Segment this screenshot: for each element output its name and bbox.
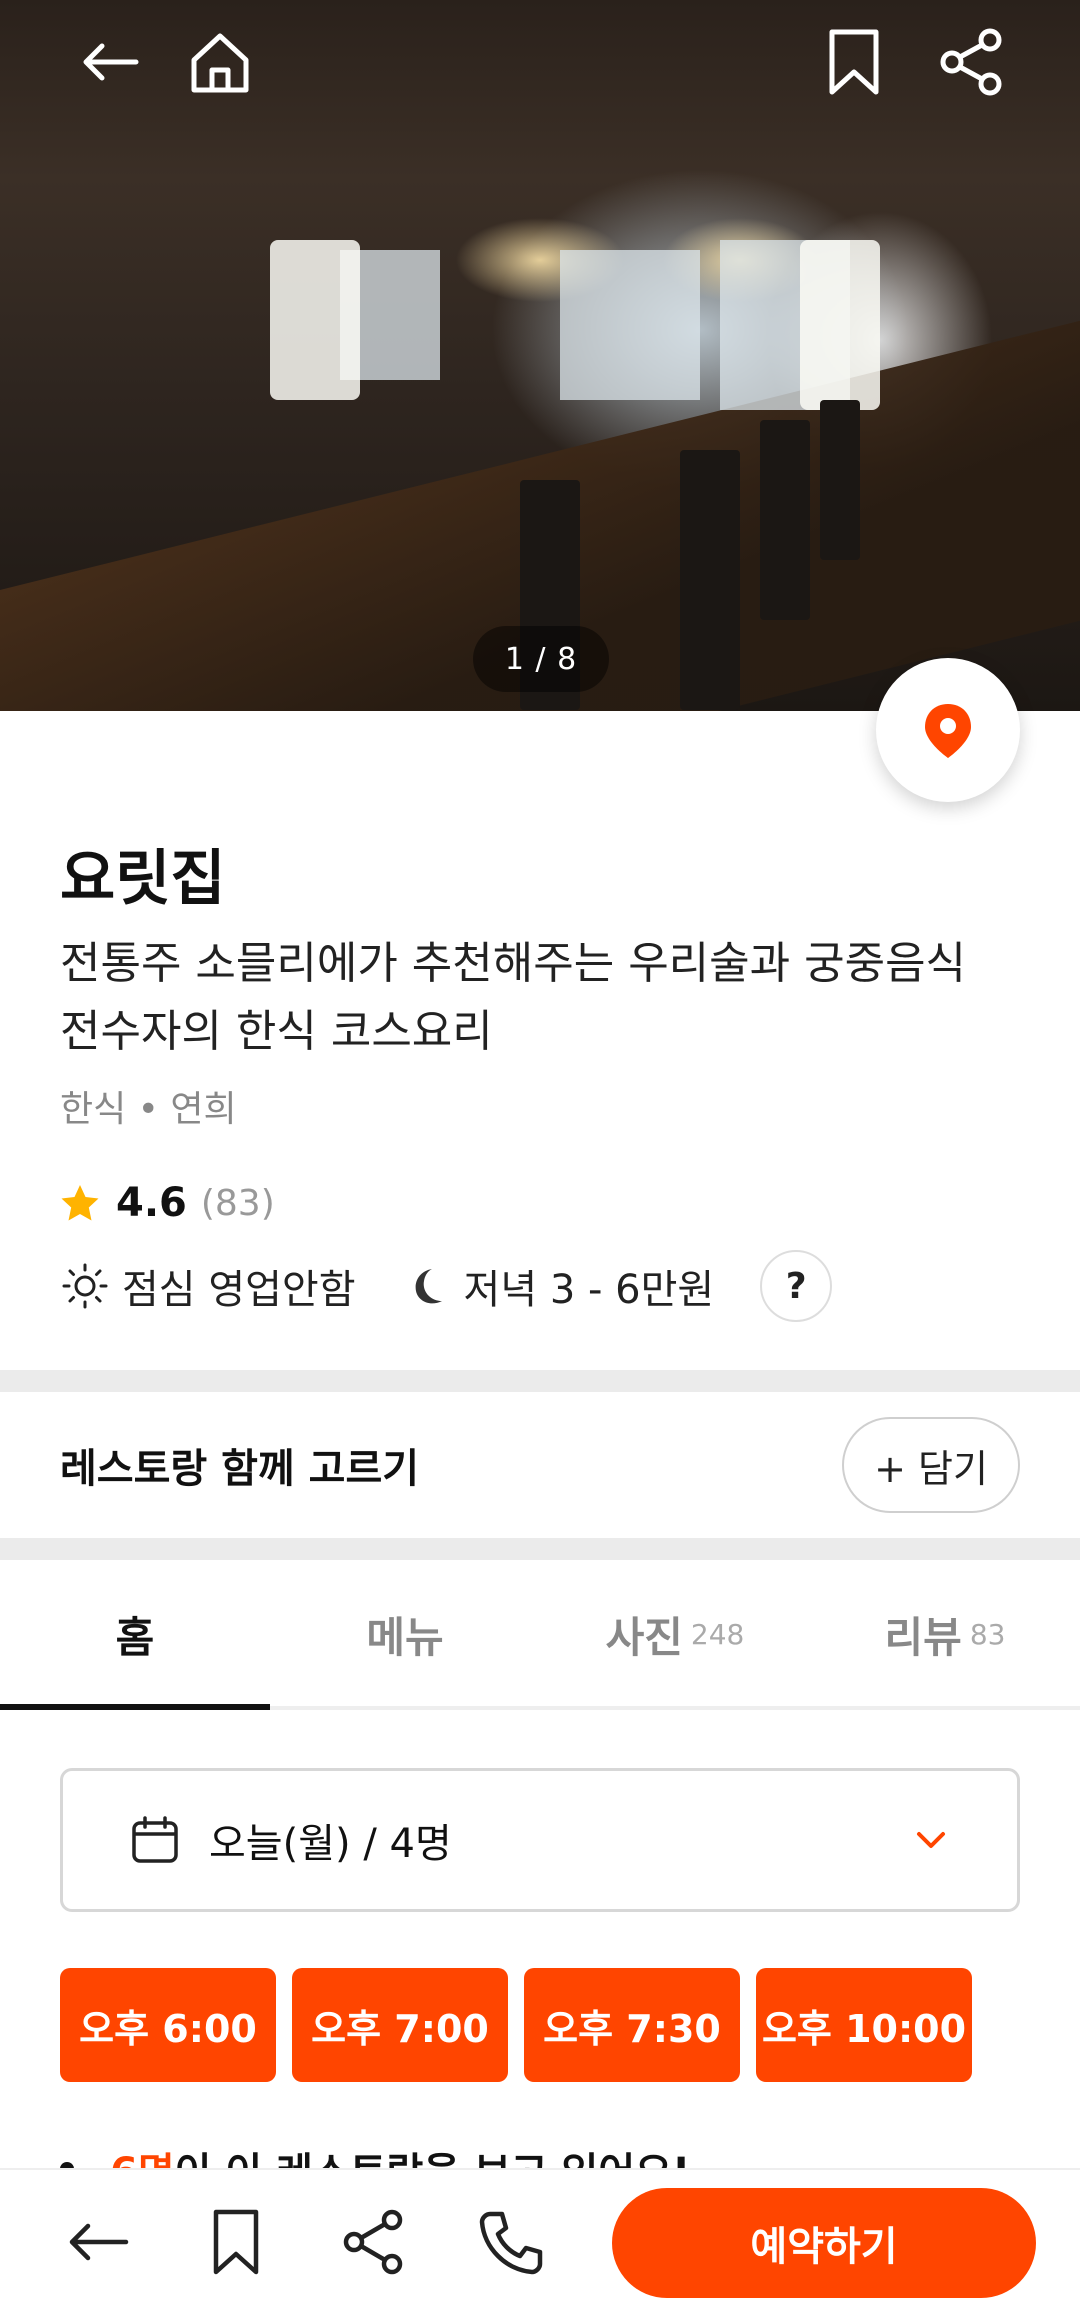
tab-label: 사진 <box>605 1612 683 1662</box>
restaurant-category: 한식 • 연희 <box>60 1089 237 1130</box>
tab-photos[interactable]: 사진 248 <box>540 1562 810 1706</box>
photo-chair <box>760 420 810 620</box>
tab-label: 메뉴 <box>366 1612 444 1662</box>
bottom-share-button[interactable] <box>326 2194 422 2290</box>
rating[interactable]: 4.6 (83) <box>60 1180 275 1226</box>
bottom-back-button[interactable] <box>50 2194 146 2290</box>
call-button[interactable] <box>464 2194 560 2290</box>
photo-window <box>560 250 700 400</box>
home-icon <box>191 33 249 93</box>
tab-label: 리뷰 <box>884 1612 962 1662</box>
time-slot-button[interactable]: 오후 7:00 <box>292 1968 508 2082</box>
star-icon <box>61 1185 99 1221</box>
add-to-compare-button[interactable]: + 담기 <box>842 1417 1020 1513</box>
phone-icon <box>479 2211 543 2274</box>
photo-curtain <box>270 240 360 400</box>
bookmark-button[interactable] <box>814 22 894 102</box>
time-slot-button[interactable]: 오후 6:00 <box>60 1968 276 2082</box>
lunch-info: 점심 영업안함 <box>60 1257 356 1315</box>
dinner-info: 저녁 3 - 6만원 <box>402 1257 715 1315</box>
sun-icon <box>62 1263 108 1309</box>
tab-count: 83 <box>969 1617 1006 1651</box>
rating-count: (83) <box>200 1182 275 1224</box>
calendar-icon <box>132 1816 178 1863</box>
tab-menu[interactable]: 메뉴 <box>270 1562 540 1706</box>
moon-icon <box>415 1269 442 1304</box>
price-hours: 점심 영업안함 저녁 3 - 6만원 ? <box>60 1250 833 1322</box>
bookmark-icon <box>829 29 879 95</box>
share-icon <box>343 2209 403 2274</box>
map-pin-icon <box>925 704 971 758</box>
back-arrow-icon <box>69 2223 129 2260</box>
back-arrow-icon <box>83 43 139 81</box>
time-slots: 오후 6:00 오후 7:00 오후 7:30 오후 10:00 <box>60 1968 972 2082</box>
dinner-text: 저녁 3 - 6만원 <box>463 1267 715 1313</box>
back-button[interactable] <box>70 22 150 102</box>
section-divider <box>0 1370 1080 1392</box>
share-icon <box>940 28 1002 96</box>
photo-chair <box>680 450 740 710</box>
restaurant-photo[interactable]: 1 / 8 <box>0 0 1080 711</box>
lunch-text: 점심 영업안함 <box>122 1267 356 1313</box>
compare-section: 레스토랑 함께 고르기 + 담기 <box>0 1392 1080 1538</box>
bookmark-icon <box>213 2209 259 2274</box>
restaurant-name: 요릿집 <box>60 844 226 914</box>
photo-chair <box>820 400 860 560</box>
compare-label: 레스토랑 함께 고르기 <box>60 1446 420 1492</box>
date-party-selector[interactable]: 오늘(월) / 4명 <box>60 1768 1020 1912</box>
tab-bar: 홈 메뉴 사진 248 리뷰 83 <box>0 1562 1080 1710</box>
bottom-bookmark-button[interactable] <box>188 2194 284 2290</box>
map-button[interactable] <box>876 658 1020 802</box>
reserve-button[interactable]: 예약하기 <box>612 2188 1036 2298</box>
tab-reviews[interactable]: 리뷰 83 <box>810 1562 1080 1706</box>
section-divider <box>0 1538 1080 1560</box>
date-party-text: 오늘(월) / 4명 <box>209 1821 452 1867</box>
chevron-down-icon <box>917 1832 945 1848</box>
tab-home[interactable]: 홈 <box>0 1562 270 1710</box>
tab-count: 248 <box>690 1617 745 1651</box>
photo-counter: 1 / 8 <box>473 626 609 692</box>
share-button[interactable] <box>932 22 1012 102</box>
time-slot-button[interactable]: 오후 7:30 <box>524 1968 740 2082</box>
tab-label: 홈 <box>115 1612 155 1662</box>
rating-score: 4.6 <box>116 1180 187 1226</box>
photo-curtain <box>800 240 880 410</box>
time-slot-button[interactable]: 오후 10:00 <box>756 1968 972 2082</box>
price-help-button[interactable]: ? <box>760 1250 833 1322</box>
home-button[interactable] <box>180 22 260 102</box>
restaurant-description: 전통주 소믈리에가 추천해주는 우리술과 궁중음식 전수자의 한식 코스요리 <box>60 938 967 1057</box>
